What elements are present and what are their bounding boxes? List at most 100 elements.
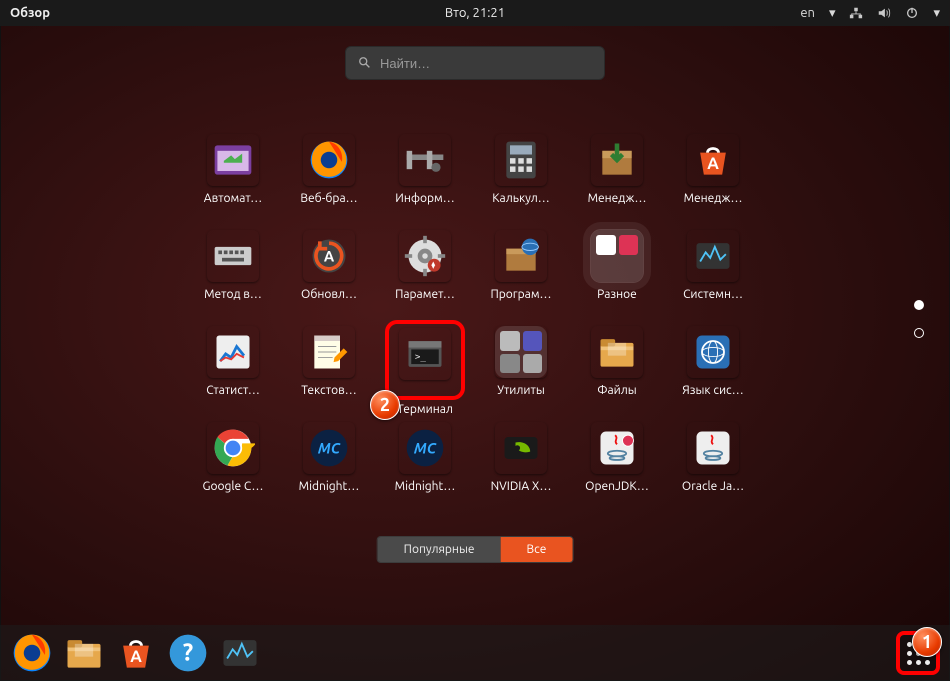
app-label: NVIDIA X… <box>491 480 552 493</box>
toggle-popular[interactable]: Популярные <box>378 537 501 562</box>
settings-gear-icon <box>399 230 451 282</box>
app-label: Файлы <box>597 384 636 397</box>
app-firefox[interactable]: Веб-бра… <box>283 130 375 226</box>
app-keyboard[interactable]: Метод в… <box>187 226 279 322</box>
software-center-icon: A <box>687 134 739 186</box>
svg-text:A: A <box>324 248 335 265</box>
chrome-icon <box>207 422 259 474</box>
app-caliper[interactable]: Информ… <box>379 130 471 226</box>
app-terminal[interactable]: >_Терминал <box>387 322 463 398</box>
dock-software-center[interactable]: A <box>114 631 158 675</box>
calculator-icon <box>495 134 547 186</box>
firefox-icon <box>303 134 355 186</box>
package-down-icon <box>591 134 643 186</box>
app-system-monitor[interactable]: Системн… <box>667 226 759 322</box>
volume-icon[interactable] <box>877 6 891 20</box>
app-label: Midnight… <box>395 480 456 493</box>
app-calculator[interactable]: Калькул… <box>475 130 567 226</box>
activities-button[interactable]: Обзор <box>10 6 50 20</box>
mc-icon: MC <box>303 422 355 474</box>
top-bar: Обзор Вто, 21:21 en ▾ ▾ <box>0 0 950 26</box>
dock: A ? <box>0 625 950 681</box>
app-mc[interactable]: MC Midnight… <box>283 418 375 514</box>
keyboard-icon <box>207 230 259 282</box>
svg-text:A: A <box>707 155 719 173</box>
app-updater[interactable]: A Обновл… <box>283 226 375 322</box>
mc-icon: MC <box>399 422 451 474</box>
app-folder-misc[interactable]: Разное <box>571 226 663 322</box>
network-icon[interactable] <box>849 6 863 20</box>
system-monitor-icon <box>687 230 739 282</box>
app-mc[interactable]: MC Midnight… <box>379 418 471 514</box>
app-label: Oracle Ja… <box>682 480 744 493</box>
clock[interactable]: Вто, 21:21 <box>445 6 505 20</box>
app-language[interactable]: Язык сис… <box>667 322 759 418</box>
app-label: Текстов… <box>301 384 356 397</box>
applications-grid: Автомат… Веб-бра… Информ… Калькул… Менедж… A М… <box>187 130 763 514</box>
purple-window-icon <box>207 134 259 186</box>
app-label: Информ… <box>395 192 454 205</box>
language-icon <box>687 326 739 378</box>
app-label: Калькул… <box>492 192 549 205</box>
app-label: Язык сис… <box>682 384 743 397</box>
app-label: Разное <box>597 288 637 301</box>
app-folder-utils[interactable]: Утилиты <box>475 322 567 418</box>
page-dot-1[interactable] <box>914 300 924 310</box>
app-label: Google C… <box>203 480 264 493</box>
dock-system-monitor[interactable] <box>218 631 262 675</box>
caliper-icon <box>399 134 451 186</box>
stats-icon <box>207 326 259 378</box>
svg-text:?: ? <box>183 638 193 665</box>
svg-text:>_: >_ <box>415 352 427 363</box>
java-openjdk-icon <box>591 422 643 474</box>
search-icon <box>358 56 372 70</box>
app-label: Системн… <box>683 288 743 301</box>
package-globe-icon <box>495 230 547 282</box>
app-label: Midnight… <box>299 480 360 493</box>
app-label: Менедж… <box>588 192 647 205</box>
app-label: Веб-бра… <box>300 192 357 205</box>
toggle-all[interactable]: Все <box>501 537 573 562</box>
app-files[interactable]: Файлы <box>571 322 663 418</box>
terminal-icon: >_ <box>399 328 451 380</box>
app-text-editor[interactable]: Текстов… <box>283 322 375 418</box>
app-label: Метод в… <box>204 288 262 301</box>
app-label: Програм… <box>490 288 551 301</box>
dock-files[interactable] <box>62 631 106 675</box>
app-java-oracle[interactable]: Oracle Ja… <box>667 418 759 514</box>
page-dot-2[interactable] <box>914 328 924 338</box>
annotation-badge-2: 2 <box>370 390 400 420</box>
app-java-openjdk[interactable]: OpenJDK… <box>571 418 663 514</box>
app-settings-gear[interactable]: Парамет… <box>379 226 471 322</box>
app-package-globe[interactable]: Програм… <box>475 226 567 322</box>
caret-down-icon: ▾ <box>933 6 940 21</box>
dock-help[interactable]: ? <box>166 631 210 675</box>
app-software-center[interactable]: A Менедж… <box>667 130 759 226</box>
app-label: Парамет… <box>395 288 455 301</box>
updater-icon: A <box>303 230 355 282</box>
app-nvidia[interactable]: NVIDIA X… <box>475 418 567 514</box>
search-bar[interactable] <box>345 46 605 80</box>
svg-text:A: A <box>130 648 142 666</box>
app-label: Менедж… <box>684 192 743 205</box>
svg-text:MC: MC <box>318 440 341 457</box>
view-toggle: Популярные Все <box>377 536 574 563</box>
svg-text:MC: MC <box>414 440 437 457</box>
app-purple-window[interactable]: Автомат… <box>187 130 279 226</box>
folder-utils-icon <box>495 326 547 378</box>
app-chrome[interactable]: Google C… <box>187 418 279 514</box>
search-input[interactable] <box>380 56 592 71</box>
power-icon[interactable] <box>905 6 919 20</box>
app-label: Обновл… <box>301 288 357 301</box>
app-label: Утилиты <box>497 384 545 397</box>
app-package-down[interactable]: Менедж… <box>571 130 663 226</box>
text-editor-icon <box>303 326 355 378</box>
app-stats[interactable]: Статист… <box>187 322 279 418</box>
app-label: OpenJDK… <box>585 480 649 493</box>
caret-down-icon: ▾ <box>829 6 836 21</box>
java-oracle-icon <box>687 422 739 474</box>
page-indicator <box>914 300 924 338</box>
keyboard-layout-indicator[interactable]: en <box>800 6 815 20</box>
dock-firefox[interactable] <box>10 631 54 675</box>
app-label: Терминал <box>397 403 453 416</box>
